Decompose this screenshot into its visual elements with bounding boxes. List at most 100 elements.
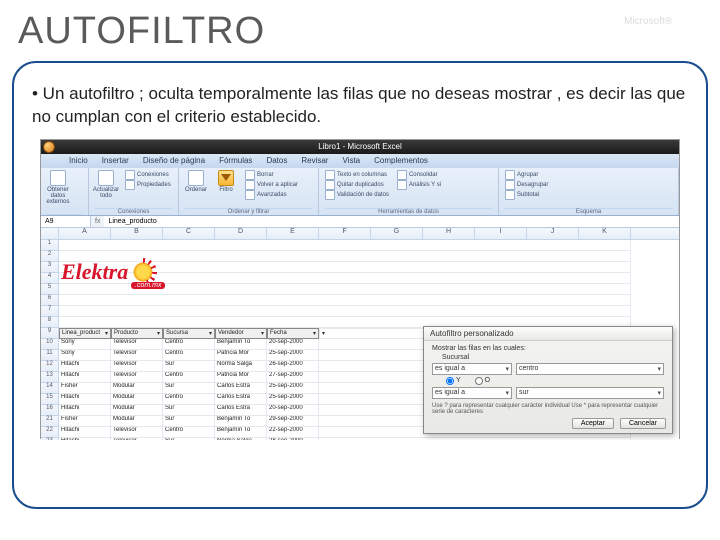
cell[interactable]: Modular [111, 405, 163, 416]
cell[interactable]: Fisher [59, 416, 111, 427]
operator-2-select[interactable]: es igual a [432, 387, 512, 399]
cell[interactable]: Sur [163, 361, 215, 372]
filter-dropdown[interactable]: Vendedor [215, 328, 267, 339]
cell[interactable]: Sur [163, 438, 215, 440]
cell[interactable]: Hitachi [59, 427, 111, 438]
cell[interactable]: Hitachi [59, 361, 111, 372]
cell[interactable]: Hitachi [59, 372, 111, 383]
cell[interactable]: Modular [111, 416, 163, 427]
cell[interactable]: Patricia Mor [215, 372, 267, 383]
accept-button[interactable]: Aceptar [572, 418, 614, 429]
filter-dropdown[interactable]: Sucursa [163, 328, 215, 339]
formula-bar: A9 fx Linea_producto [41, 216, 679, 228]
tab-datos[interactable]: Datos [266, 156, 287, 165]
cell[interactable]: Modular [111, 383, 163, 394]
value-2-select[interactable]: sur [516, 387, 664, 399]
excel-screenshot: Libro1 - Microsoft Excel Inicio Insertar… [40, 139, 680, 439]
clear-filter-button[interactable]: Borrar [245, 170, 298, 180]
reapply-button[interactable]: Volver a aplicar [245, 180, 298, 190]
dialog-title: Autofiltro personalizado [424, 327, 672, 341]
cell[interactable]: Sur [163, 383, 215, 394]
whatif-button[interactable]: Análisis Y si [397, 180, 441, 190]
fx-icon[interactable]: fx [91, 218, 104, 225]
cell[interactable]: Televisor [111, 372, 163, 383]
cell[interactable]: Benjamín To [215, 416, 267, 427]
cell[interactable]: Televisor [111, 350, 163, 361]
cell[interactable]: Fisher [59, 383, 111, 394]
value-1-select[interactable]: centro [516, 363, 664, 375]
cell[interactable]: Televisor [111, 427, 163, 438]
name-box[interactable]: A9 [41, 216, 91, 227]
cell[interactable]: Centro [163, 372, 215, 383]
group-button[interactable]: Agrupar [505, 170, 548, 180]
tab-complementos[interactable]: Complementos [374, 156, 428, 165]
filter-button[interactable]: Filtro [215, 170, 237, 193]
cell[interactable]: Televisor [111, 361, 163, 372]
cell[interactable]: Sony [59, 350, 111, 361]
tab-revisar[interactable]: Revisar [301, 156, 328, 165]
get-external-data-button[interactable]: Obtener datos externos [47, 170, 69, 205]
cell[interactable]: Sur [163, 416, 215, 427]
cancel-button[interactable]: Cancelar [620, 418, 666, 429]
cell[interactable]: Carlos Estra [215, 405, 267, 416]
elektra-logo: Elektra .com.mx [61, 254, 211, 290]
formula-input[interactable]: Linea_producto [104, 216, 679, 227]
cell[interactable]: Norma Salga [215, 361, 267, 372]
cell[interactable]: Benjamín To [215, 339, 267, 350]
window-title: Libro1 - Microsoft Excel [318, 142, 402, 151]
cell[interactable]: Norma Salga [215, 438, 267, 440]
filter-dropdown[interactable]: Producto [111, 328, 163, 339]
cell[interactable]: Centro [163, 350, 215, 361]
cell[interactable]: Televisor [111, 438, 163, 440]
cell[interactable]: Sur [163, 405, 215, 416]
tab-inicio[interactable]: Inicio [69, 156, 88, 165]
cell[interactable]: Carlos Estra [215, 394, 267, 405]
tab-insertar[interactable]: Insertar [102, 156, 129, 165]
subtotal-button[interactable]: Subtotal [505, 190, 548, 200]
cell[interactable]: Hitachi [59, 394, 111, 405]
advanced-button[interactable]: Avanzadas [245, 190, 298, 200]
cell[interactable]: Centro [163, 394, 215, 405]
data-validation-button[interactable]: Validación de datos [325, 190, 389, 200]
tab-vista[interactable]: Vista [342, 156, 360, 165]
operator-1-select[interactable]: es igual a [432, 363, 512, 375]
cell[interactable]: 20-sep-2000 [267, 339, 319, 350]
cell[interactable]: 25-sep-2000 [267, 350, 319, 361]
tab-formulas[interactable]: Fórmulas [219, 156, 252, 165]
properties-button[interactable]: Propiedades [125, 180, 171, 190]
ungroup-button[interactable]: Desagrupar [505, 180, 548, 190]
worksheet-grid[interactable]: A B C D E F G H I J K 1 2 3 4 5 6 7 [41, 228, 679, 440]
cell[interactable]: Carlos Estra [215, 383, 267, 394]
cell[interactable]: 29-sep-2000 [267, 416, 319, 427]
cell[interactable]: Patricia Mor [215, 350, 267, 361]
text-to-columns-button[interactable]: Texto en columnas [325, 170, 389, 180]
radio-or[interactable]: O [475, 377, 490, 385]
cell[interactable]: Hitachi [59, 405, 111, 416]
refresh-all-button[interactable]: Actualizar todo [95, 170, 117, 199]
cell[interactable]: Centro [163, 427, 215, 438]
connections-button[interactable]: Conexiones [125, 170, 171, 180]
cell[interactable]: 22-sep-2000 [267, 427, 319, 438]
cell[interactable]: Benjamín To [215, 427, 267, 438]
filter-dropdown[interactable]: Linea_product [59, 328, 111, 339]
cell[interactable]: 25-sep-2000 [267, 394, 319, 405]
cell[interactable]: Centro [163, 339, 215, 350]
radio-and[interactable]: Y [446, 377, 461, 385]
office-orb-icon[interactable] [43, 141, 55, 153]
cell[interactable]: Hitachi [59, 438, 111, 440]
cell[interactable]: 20-sep-2000 [267, 405, 319, 416]
cell[interactable]: Sony [59, 339, 111, 350]
consolidate-button[interactable]: Consolidar [397, 170, 441, 180]
cell[interactable]: 26-sep-2000 [267, 361, 319, 372]
sort-button[interactable]: Ordenar [185, 170, 207, 193]
cell[interactable]: Televisor [111, 339, 163, 350]
bullet-text: • Un autofiltro ; oculta temporalmente l… [32, 83, 688, 129]
tab-diseno[interactable]: Diseño de página [143, 156, 205, 165]
dialog-hint: Use ? para representar cualquier carácte… [432, 403, 664, 416]
filter-dropdown[interactable]: Fecha [267, 328, 319, 339]
remove-duplicates-button[interactable]: Quitar duplicados [325, 180, 389, 190]
cell[interactable]: Modular [111, 394, 163, 405]
cell[interactable]: 28-sep-2000 [267, 438, 319, 440]
cell[interactable]: 25-sep-2000 [267, 383, 319, 394]
cell[interactable]: 27-sep-2000 [267, 372, 319, 383]
